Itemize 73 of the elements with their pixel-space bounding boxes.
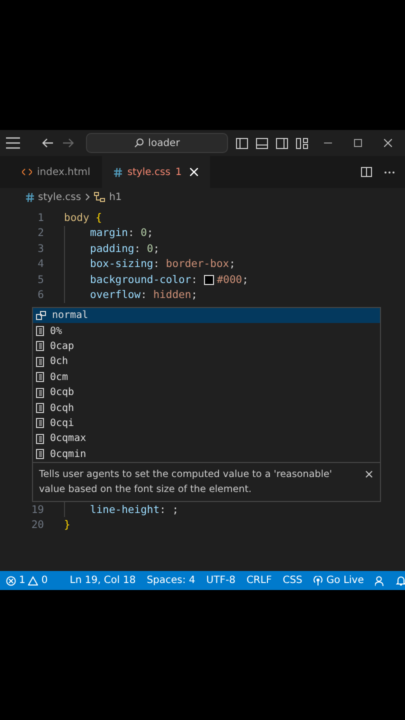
back-arrow-icon[interactable] bbox=[42, 138, 54, 148]
line-number: 5 bbox=[36, 274, 45, 286]
layout-icon[interactable] bbox=[276, 138, 288, 148]
warning-icon bbox=[28, 576, 38, 586]
line-number: 4 bbox=[36, 258, 45, 270]
suggestion-item[interactable]: normal bbox=[33, 308, 380, 324]
unit-icon bbox=[36, 388, 44, 398]
unit-icon bbox=[36, 326, 44, 336]
symbol-icon bbox=[94, 192, 106, 202]
suggestion-item[interactable]: 0cap bbox=[33, 338, 380, 354]
description-text: Tells user agents to set the computed value to a 'reasonable' value based on the font size of the element. bbox=[39, 468, 334, 497]
hash-icon bbox=[26, 192, 34, 202]
hash-icon bbox=[114, 168, 122, 176]
maximize-icon[interactable] bbox=[354, 139, 362, 147]
menu-icon[interactable] bbox=[6, 137, 20, 149]
suggestion-item[interactable]: 0ch bbox=[33, 354, 380, 370]
more-icon[interactable] bbox=[384, 170, 395, 174]
minimize-icon[interactable] bbox=[324, 142, 332, 144]
line-number: 20 bbox=[30, 519, 45, 532]
search-icon bbox=[134, 138, 144, 148]
suggestion-item[interactable]: 0cm bbox=[33, 370, 380, 385]
close-icon[interactable] bbox=[384, 139, 392, 147]
editor-tab[interactable]: style.css 1 bbox=[102, 156, 210, 188]
unit-icon bbox=[36, 434, 44, 444]
forward-arrow-icon[interactable] bbox=[62, 138, 74, 148]
unit-icon bbox=[36, 418, 44, 428]
chevron-icon bbox=[85, 193, 90, 201]
status-item[interactable]: CSS bbox=[282, 575, 302, 586]
suggestion-item[interactable]: 0cqb bbox=[33, 384, 380, 400]
search-field[interactable]: loader bbox=[86, 133, 228, 153]
code-line: 3 padding: 0; bbox=[10, 241, 381, 256]
grid-icon[interactable] bbox=[296, 138, 308, 148]
bell-icon[interactable] bbox=[396, 575, 405, 586]
code-line: 4 box-sizing: border-box; bbox=[10, 256, 381, 272]
code-line: 5 background-color: #000; bbox=[10, 272, 381, 288]
color-swatch[interactable] bbox=[204, 274, 214, 285]
go-live-button[interactable]: Go Live bbox=[313, 575, 364, 586]
suggestion-item[interactable]: 0cqmax bbox=[33, 431, 380, 447]
error-icon bbox=[6, 576, 16, 586]
problems-indicator[interactable]: 1 0 bbox=[6, 575, 48, 586]
line-number: 3 bbox=[36, 242, 45, 255]
breadcrumb-item[interactable]: style.css bbox=[38, 192, 82, 202]
code-line: 20 } bbox=[10, 517, 381, 533]
code-icon bbox=[22, 168, 32, 176]
suggestion-item[interactable]: 0cqi bbox=[33, 416, 380, 432]
suggestion-item[interactable]: 0cqmin bbox=[33, 446, 380, 462]
unit-icon bbox=[36, 341, 44, 352]
status-item[interactable]: Spaces: 4 bbox=[146, 575, 196, 586]
status-item[interactable]: Ln 19, Col 18 bbox=[70, 575, 136, 586]
code-line: 6 overflow: hidden; bbox=[10, 288, 381, 303]
split-editor-icon[interactable] bbox=[361, 167, 372, 177]
code-line: 2 margin: 0; bbox=[10, 226, 381, 241]
code-line: 19 line-height: ; bbox=[10, 502, 381, 518]
line-number: 19 bbox=[30, 504, 45, 516]
unit-icon bbox=[36, 403, 44, 414]
layout-icon[interactable] bbox=[236, 138, 248, 148]
code-line: 1 body { bbox=[10, 210, 381, 226]
breadcrumb-item[interactable]: h1 bbox=[109, 192, 122, 202]
suggestion-item[interactable]: 0% bbox=[33, 323, 380, 339]
line-number: 2 bbox=[36, 227, 45, 240]
unit-icon bbox=[36, 449, 44, 460]
line-number: 6 bbox=[36, 289, 45, 302]
suggestion-item[interactable]: 0cqh bbox=[33, 400, 380, 416]
panel-icon[interactable] bbox=[256, 138, 268, 148]
unit-icon bbox=[36, 372, 44, 382]
unit-icon bbox=[36, 356, 44, 367]
status-item[interactable]: CRLF bbox=[246, 575, 272, 586]
close-button[interactable]: × bbox=[364, 466, 374, 497]
person-icon[interactable] bbox=[374, 576, 385, 586]
line-number: 1 bbox=[36, 212, 45, 224]
broadcast-icon bbox=[313, 576, 324, 586]
keyword-icon bbox=[36, 311, 46, 320]
status-item[interactable]: UTF-8 bbox=[206, 575, 236, 586]
